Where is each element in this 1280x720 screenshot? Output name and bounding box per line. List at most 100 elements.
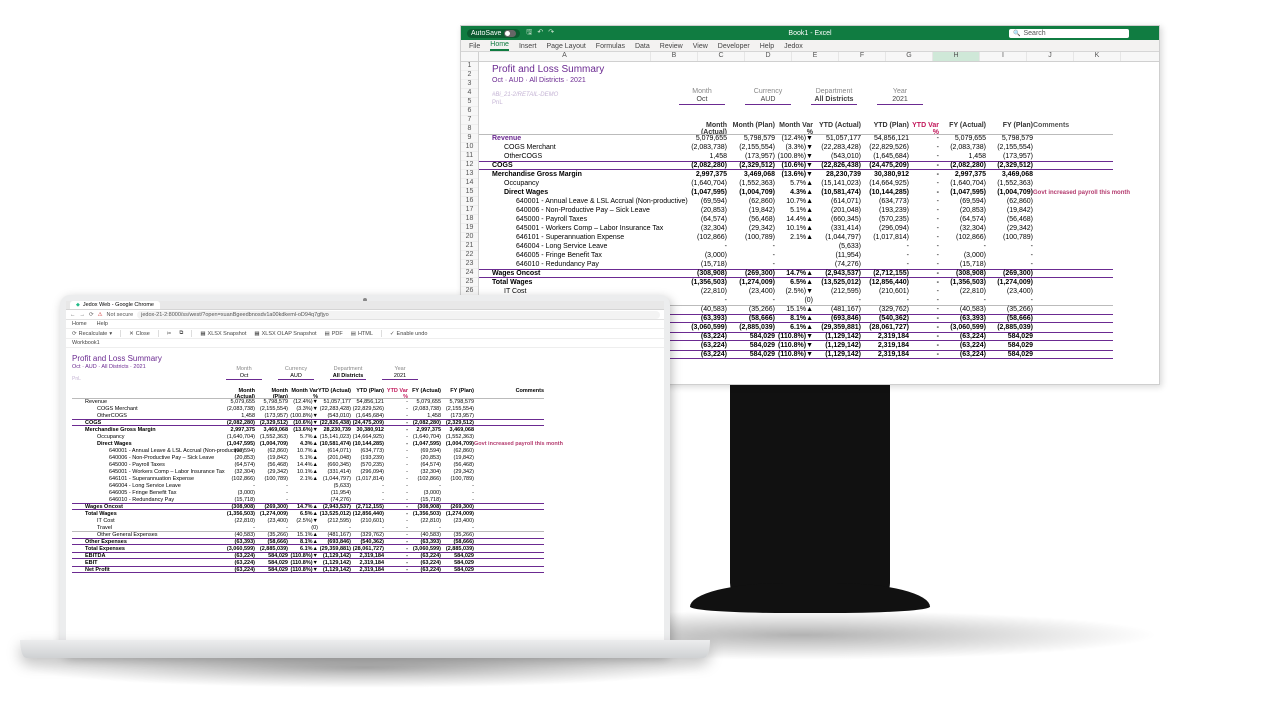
cell: (15,718) <box>679 261 727 268</box>
ribbon-tab-help[interactable]: Help <box>760 42 774 51</box>
recalculate-button[interactable]: ⟳ Recalculate ▾ <box>72 331 112 337</box>
redo-icon[interactable]: ↷ <box>548 28 554 39</box>
col-header-C[interactable]: C <box>698 52 745 61</box>
toggle-switch[interactable] <box>504 30 516 37</box>
filter-department[interactable]: DepartmentAll Districts <box>330 366 366 380</box>
row-header-4[interactable]: 4 <box>461 89 478 98</box>
save-icon[interactable]: 🖫 <box>526 28 532 39</box>
ribbon-tab-insert[interactable]: Insert <box>519 42 537 51</box>
col-header-I[interactable]: I <box>980 52 1027 61</box>
col-header-F[interactable]: F <box>839 52 886 61</box>
jedox-report[interactable]: Profit and Loss Summary Oct · AUD · All … <box>66 348 664 382</box>
row-header-10[interactable]: 10 <box>461 143 478 152</box>
cell: (1,017,814) <box>861 234 909 241</box>
row-header-9[interactable]: 9 <box>461 134 478 143</box>
row-header-1[interactable]: 1 <box>461 62 478 71</box>
html-button[interactable]: ▤ HTML <box>351 331 373 337</box>
menu-home[interactable]: Home <box>72 321 87 327</box>
xlsx-snapshot-button[interactable]: ▦ XLSX Snapshot <box>200 331 246 337</box>
select-all-triangle[interactable] <box>461 52 479 61</box>
menu-help[interactable]: Help <box>97 321 108 327</box>
cell: (2,712,155) <box>861 270 909 277</box>
pdf-button[interactable]: ▤ PDF <box>325 331 343 337</box>
col-header-B[interactable]: B <box>651 52 698 61</box>
row-header-12[interactable]: 12 <box>461 161 478 170</box>
col-header-G[interactable]: G <box>886 52 933 61</box>
filter-year[interactable]: Year2021 <box>382 366 418 380</box>
ribbon-tab-file[interactable]: File <box>469 42 480 51</box>
ribbon-tab-view[interactable]: View <box>693 42 708 51</box>
row-header-23[interactable]: 23 <box>461 260 478 269</box>
ribbon-tab-review[interactable]: Review <box>660 42 683 51</box>
filter-month[interactable]: MonthOct <box>226 366 262 380</box>
row-header-6[interactable]: 6 <box>461 107 478 116</box>
row-header-13[interactable]: 13 <box>461 170 478 179</box>
filter-currency[interactable]: CurrencyAUD <box>745 88 791 105</box>
cell: (63,224) <box>408 560 441 566</box>
cell: (12.4%)▼ <box>775 135 813 142</box>
row-header-19[interactable]: 19 <box>461 224 478 233</box>
cell: (2,943,537) <box>813 270 861 277</box>
col-header-K[interactable]: K <box>1074 52 1121 61</box>
quick-access-toolbar[interactable]: 🖫 ↶ ↷ <box>526 28 554 39</box>
close-button[interactable]: ✕ Close <box>129 331 150 337</box>
col-header-A[interactable]: A <box>479 52 651 61</box>
row-header-18[interactable]: 18 <box>461 215 478 224</box>
autosave-toggle[interactable]: AutoSave <box>467 29 520 38</box>
ribbon-tab-formulas[interactable]: Formulas <box>596 42 625 51</box>
cell: (1,274,009) <box>727 279 775 286</box>
row-header-15[interactable]: 15 <box>461 188 478 197</box>
url-field[interactable]: jedox-21-2:8000/ss/west/?open=xuanBgeedb… <box>137 311 660 319</box>
row-header-17[interactable]: 17 <box>461 206 478 215</box>
xlsx-olap-snapshot-button[interactable]: ▦ XLSX OLAP Snapshot <box>254 331 316 337</box>
browser-tab[interactable]: Jedox Web - Google Chrome <box>70 301 160 309</box>
row-header-20[interactable]: 20 <box>461 233 478 242</box>
cell: (193,239) <box>861 207 909 214</box>
filter-month[interactable]: MonthOct <box>679 88 725 105</box>
nav-fwd-icon[interactable]: → <box>80 312 86 318</box>
row-header-16[interactable]: 16 <box>461 197 478 206</box>
undo-icon[interactable]: ↶ <box>537 28 543 39</box>
row-header-24[interactable]: 24 <box>461 269 478 278</box>
demo-tag2: PnL <box>492 100 503 106</box>
row-header-5[interactable]: 5 <box>461 98 478 107</box>
col-header-H[interactable]: H <box>933 52 980 61</box>
row-header-2[interactable]: 2 <box>461 71 478 80</box>
cell: (1,047,595) <box>679 189 727 196</box>
row-header-11[interactable]: 11 <box>461 152 478 161</box>
ribbon-tab-data[interactable]: Data <box>635 42 650 51</box>
row-header-14[interactable]: 14 <box>461 179 478 188</box>
row-header-8[interactable]: 8 <box>461 125 478 134</box>
cell: - <box>255 483 288 489</box>
cell: (22,283,428) <box>813 144 861 151</box>
ribbon-search[interactable]: Search <box>1009 29 1129 38</box>
enable-undo-button[interactable]: ✓ Enable undo <box>390 331 428 337</box>
ribbon-tab-jedox[interactable]: Jedox <box>784 42 803 51</box>
row-header-25[interactable]: 25 <box>461 278 478 287</box>
col-header-E[interactable]: E <box>792 52 839 61</box>
ribbon-tab-page-layout[interactable]: Page Layout <box>546 42 585 51</box>
cell: - <box>909 153 939 160</box>
row-header-3[interactable]: 3 <box>461 80 478 89</box>
ribbon-tab-developer[interactable]: Developer <box>718 42 750 51</box>
reload-icon[interactable]: ⟳ <box>89 312 94 318</box>
cell: (74,276) <box>813 261 861 268</box>
cell: (201,048) <box>318 455 351 461</box>
filter-currency[interactable]: CurrencyAUD <box>278 366 314 380</box>
filter-department[interactable]: DepartmentAll Districts <box>811 88 857 105</box>
ribbon-tab-home[interactable]: Home <box>490 40 509 51</box>
cell: 1,458 <box>939 153 986 160</box>
row-header-7[interactable]: 7 <box>461 116 478 125</box>
row-header-22[interactable]: 22 <box>461 251 478 260</box>
col-header-D[interactable]: D <box>745 52 792 61</box>
nav-back-icon[interactable]: ← <box>70 312 76 318</box>
col-header-J[interactable]: J <box>1027 52 1074 61</box>
cell: (570,235) <box>351 462 384 468</box>
cut-icon[interactable]: ✂ <box>167 331 172 337</box>
copy-icon[interactable]: ⧉ <box>179 330 183 337</box>
report-row: Wages Oncost(308,908)(269,300)14.7%▲(2,9… <box>479 269 1113 278</box>
filter-year[interactable]: Year2021 <box>877 88 923 105</box>
cell: - <box>384 455 408 461</box>
workbook-tab[interactable]: Workbook1 <box>66 339 664 348</box>
row-header-21[interactable]: 21 <box>461 242 478 251</box>
